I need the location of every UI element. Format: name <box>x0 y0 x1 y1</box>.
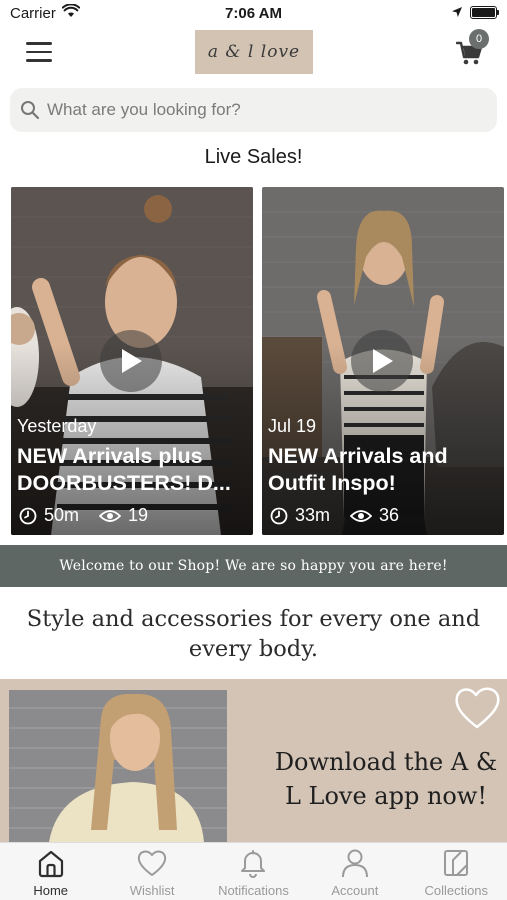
promo-photo <box>9 690 227 842</box>
eye-icon <box>350 509 373 522</box>
play-button[interactable] <box>100 330 162 392</box>
welcome-banner: Welcome to our Shop! We are so happy you… <box>0 545 507 587</box>
clock-icon <box>270 507 288 524</box>
clock: 7:06 AM <box>225 5 282 22</box>
promo-text: Download the A & L Love app now! <box>274 748 498 810</box>
tab-label: Wishlist <box>129 883 175 898</box>
play-button[interactable] <box>351 330 413 392</box>
video-meta: 33m 36 <box>270 505 399 526</box>
tagline: Style and accessories for every one and … <box>26 606 481 662</box>
tab-label: Account <box>331 883 379 898</box>
video-title: NEW Arrivals plus DOORBUSTERS! D... <box>17 444 231 495</box>
video-date: Jul 19 <box>268 416 317 436</box>
video-card[interactable]: Jul 19 NEW Arrivals and Outfit Inspo! 33… <box>262 187 504 535</box>
battery-icon <box>470 6 497 19</box>
app-promo[interactable]: Download the A & L Love app now! <box>0 679 507 842</box>
tab-label: Notifications <box>218 883 289 898</box>
location-arrow-icon <box>452 7 462 17</box>
video-title: NEW Arrivals and Outfit Inspo! <box>268 444 448 495</box>
tab-bar: Home Wishlist Notifications Account Coll… <box>0 842 507 900</box>
video-meta: 50m 19 <box>19 505 148 526</box>
home-icon <box>38 850 63 878</box>
video-card[interactable]: Yesterday NEW Arrivals plus DOORBUSTERS!… <box>11 187 253 535</box>
search-icon <box>21 101 40 120</box>
video-views: 19 <box>128 505 149 525</box>
play-icon <box>373 349 393 373</box>
search-input[interactable] <box>47 100 467 120</box>
store-logo[interactable]: a & l love <box>195 30 313 74</box>
video-duration: 50m <box>44 505 80 525</box>
cart-count-badge: 0 <box>469 29 489 49</box>
welcome-text: Welcome to our Shop! We are so happy you… <box>59 558 448 574</box>
status-bar: Carrier 7:06 AM <box>0 0 507 28</box>
video-date: Yesterday <box>17 416 97 436</box>
logo-text: a & l love <box>207 42 301 62</box>
video-views: 36 <box>379 505 400 525</box>
person-icon <box>341 849 368 878</box>
play-icon <box>122 349 142 373</box>
tab-notifications[interactable]: Notifications <box>203 843 304 900</box>
tab-account[interactable]: Account <box>304 843 405 900</box>
tab-home[interactable]: Home <box>0 843 101 900</box>
eye-icon <box>99 509 122 522</box>
tab-label: Home <box>33 883 69 898</box>
video-duration: 33m <box>295 505 331 525</box>
live-sales-title: Live Sales! <box>204 146 303 168</box>
heart-icon <box>137 850 167 876</box>
bell-icon <box>241 850 266 878</box>
search-bar[interactable] <box>10 88 497 132</box>
collections-icon <box>444 850 469 876</box>
clock-icon <box>19 507 37 524</box>
tab-collections[interactable]: Collections <box>406 843 507 900</box>
tab-wishlist[interactable]: Wishlist <box>101 843 202 900</box>
heart-outline-icon <box>455 687 500 729</box>
tab-label: Collections <box>424 883 489 898</box>
menu-button[interactable] <box>26 42 52 62</box>
